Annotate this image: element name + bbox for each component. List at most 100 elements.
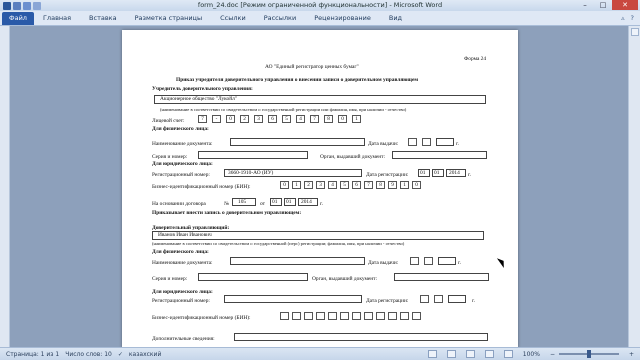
regdate-day-2[interactable] [420,295,429,303]
account-digit-6[interactable]: 6 [268,115,277,123]
bin2-digit-3[interactable] [304,312,313,320]
account-digit-3[interactable]: 0 [226,115,235,123]
bin-digit-5[interactable]: 4 [328,181,337,189]
account-digit-12[interactable]: 1 [352,115,361,123]
docname-field-1[interactable] [230,138,365,146]
issue-month-2[interactable] [424,257,433,265]
tab-home[interactable]: Главная [34,14,80,22]
vertical-ruler [0,26,10,347]
extra-info-field[interactable] [234,333,488,341]
issue-year-2[interactable] [438,257,456,265]
tab-page-layout[interactable]: Разметка страницы [126,14,212,22]
docname-field-2[interactable] [230,257,365,265]
word-count[interactable]: Число слов: 10 [65,351,112,358]
tab-insert[interactable]: Вставка [80,14,126,22]
regdate-year-1[interactable]: 2014 [446,169,466,177]
ribbon-collapse-icon[interactable]: ▵ [621,14,624,22]
contract-month[interactable]: 01 [284,198,296,206]
language[interactable]: казахский [129,351,161,358]
draft-button[interactable] [503,350,513,358]
bin2-digit-4[interactable] [316,312,325,320]
tab-view[interactable]: Вид [380,14,411,22]
bin-digit-3[interactable]: 2 [304,181,313,189]
account-digit-1[interactable]: 7 [198,115,207,123]
founder-label: Учредитель доверительного управления: [152,86,253,92]
issue-month-1[interactable] [422,138,431,146]
bin2-digit-9[interactable] [376,312,385,320]
regdate-year-2[interactable] [448,295,466,303]
bin-digit-1[interactable]: 0 [280,181,289,189]
issue-date-label-1: Дата выдачи: [368,141,399,147]
maximize-button[interactable]: □ [594,0,612,10]
basis-label: На основании договора [152,201,206,207]
account-digit-7[interactable]: 5 [282,115,291,123]
issue-day-1[interactable] [408,138,417,146]
account-digit-8[interactable]: 4 [296,115,305,123]
docname-label-2: Наименование документа: [152,260,213,266]
ruler-toggle-icon[interactable] [630,28,639,36]
help-icon[interactable]: ? [631,14,634,22]
bin-digit-8[interactable]: 7 [364,181,373,189]
tab-mailings[interactable]: Рассылки [255,14,306,22]
account-digit-9[interactable]: 7 [310,115,319,123]
document-page[interactable]: Форма 24 АО "Единый регистратор ценных б… [122,30,518,348]
contract-year[interactable]: 2014 [298,198,318,206]
zoom-out-icon[interactable]: − [550,351,555,358]
authority-field-2[interactable] [394,273,489,281]
account-digit-2[interactable]: - [212,115,221,123]
regdate-day-1[interactable]: 01 [418,169,430,177]
zoom-slider-knob[interactable] [586,350,591,358]
zoom-in-icon[interactable]: + [629,351,634,358]
bin2-digit-7[interactable] [352,312,361,320]
page-count[interactable]: Страница: 1 из 1 [6,351,59,358]
account-digit-5[interactable]: 3 [254,115,263,123]
issue-day-2[interactable] [410,257,419,265]
contract-number-field[interactable]: 105 [232,198,256,206]
regdate-month-2[interactable] [434,295,443,303]
bin2-digit-11[interactable] [400,312,409,320]
outline-button[interactable] [484,350,494,358]
bin-digit-10[interactable]: 9 [388,181,397,189]
bin2-digit-5[interactable] [328,312,337,320]
from-label: от [260,201,265,207]
bin-digit-6[interactable]: 5 [340,181,349,189]
bin2-digit-8[interactable] [364,312,373,320]
bin-digit-9[interactable]: 8 [376,181,385,189]
vertical-scrollbar[interactable] [628,26,640,347]
bin2-digit-2[interactable] [292,312,301,320]
zoom-slider[interactable] [558,350,619,358]
series-field-2[interactable] [198,273,308,281]
bin2-digit-6[interactable] [340,312,349,320]
bin2-digit-12[interactable] [412,312,421,320]
bin-digit-11[interactable]: 1 [400,181,409,189]
bin-digit-12[interactable]: 0 [412,181,421,189]
authority-label-2: Орган, выдавший документ: [312,276,378,282]
bin-digit-2[interactable]: 1 [292,181,301,189]
authority-field-1[interactable] [392,151,487,159]
bin2-digit-10[interactable] [388,312,397,320]
full-screen-button[interactable] [446,350,456,358]
bin2-digit-1[interactable] [280,312,289,320]
contract-day[interactable]: 01 [270,198,282,206]
tab-review[interactable]: Рецензирование [305,14,380,22]
close-button[interactable]: ✕ [612,0,638,10]
tab-references[interactable]: Ссылки [211,14,255,22]
bin-digit-7[interactable]: 6 [352,181,361,189]
regnum-field-2[interactable] [224,295,362,303]
regdate-label-2: Дата регистрации: [366,298,409,304]
minimize-button[interactable]: – [576,0,594,10]
account-digit-10[interactable]: 8 [324,115,333,123]
issue-year-1[interactable] [436,138,454,146]
account-digit-11[interactable]: 0 [338,115,347,123]
tab-file[interactable]: Файл [2,11,34,25]
print-layout-button[interactable] [427,350,437,358]
window-title: form_24.doc [Режим ограниченной функцион… [197,1,443,9]
account-digit-4[interactable]: 2 [240,115,249,123]
zoom-level[interactable]: 100% [523,351,540,358]
status-bar: Страница: 1 из 1 Число слов: 10 ✓ казахс… [0,347,640,360]
bin-digit-4[interactable]: 3 [316,181,325,189]
regdate-month-1[interactable]: 01 [432,169,444,177]
series-field-1[interactable] [198,151,308,159]
web-layout-button[interactable] [465,350,475,358]
legal-label-1: Для юридического лица: [152,161,213,167]
